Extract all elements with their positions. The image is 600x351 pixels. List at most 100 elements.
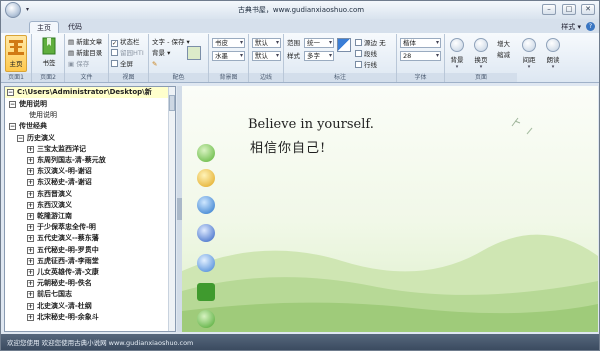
expand-icon[interactable]: + (27, 246, 34, 254)
collapse-icon[interactable]: − (9, 101, 16, 108)
background-icon (450, 38, 464, 52)
refresh-icon[interactable] (197, 310, 215, 328)
expand-icon[interactable]: + (27, 179, 34, 187)
spacing-button[interactable]: 间距 ▾ (519, 38, 539, 70)
tree-item[interactable]: + 北史演义-清-杜纲 (27, 301, 92, 312)
read-aloud-button[interactable]: 朗读 ▾ (543, 38, 563, 70)
tree-item[interactable]: + 东汉演义-明-谢诏 (27, 166, 92, 177)
book-skin-combo[interactable]: 书皮 (212, 38, 245, 48)
annotation-color-swatch[interactable] (337, 38, 351, 52)
tree-item-label: 乾隆游江南 (37, 212, 72, 220)
background-button[interactable]: 背景 ▾ (447, 38, 467, 70)
status-text: 欢迎您使用 欢迎您使用古典小说网 www.gudianxiaoshuo.com (7, 339, 194, 347)
ribbon: 主页 页面1 书签 页面2 ▤ 新建文章 ▤ 新建目录 ▣ 保存 文件 ✓ 状态栏… (1, 33, 599, 83)
collapse-icon[interactable]: − (9, 123, 16, 131)
expand-icon[interactable]: + (27, 257, 34, 265)
tree-scrollbar-thumb[interactable] (169, 95, 175, 111)
tree-item[interactable]: − 历史演义 (17, 133, 55, 144)
tree-item[interactable]: + 三宝太监西洋记 (27, 144, 86, 155)
save-button[interactable]: ▣ 保存 (68, 59, 89, 69)
row-line-checkbox[interactable]: 行线 (355, 60, 377, 70)
bookmark-button[interactable]: 书签 (38, 35, 60, 72)
fullscreen-checkbox[interactable]: 全屏 (111, 59, 133, 69)
globe-yellow-icon[interactable] (197, 169, 215, 187)
tab-home[interactable]: 主页 (29, 21, 59, 33)
tree-item[interactable]: + 东周列国志-清-蔡元放 (27, 155, 106, 166)
tree-item[interactable]: + 五代史演义--蔡东藩 (27, 233, 99, 244)
root-collapse-icon[interactable]: − (7, 89, 14, 96)
internet-explorer-icon[interactable] (197, 196, 215, 214)
expand-icon[interactable]: + (27, 291, 34, 299)
status-bar-checkbox[interactable]: ✓ 状态栏 (111, 37, 140, 47)
tree-item[interactable]: + 儿女英雄传-清-文康 (27, 267, 99, 278)
tree-item[interactable]: + 五虎征西-清-李雨堂 (27, 256, 99, 267)
text-save-dropdown[interactable]: 文字 - 保存 ▾ (152, 37, 190, 47)
save-disk-icon[interactable] (197, 283, 215, 301)
expand-icon[interactable]: + (27, 235, 34, 243)
expand-icon[interactable]: + (27, 190, 34, 198)
expand-icon[interactable]: + (27, 224, 34, 232)
app-window: ▾ 古典书屋，www.gudianxiaoshuo.com – □ ✕ 主页 代… (0, 0, 600, 351)
pen-color-icon[interactable]: ✎ (152, 59, 157, 69)
expand-icon[interactable]: + (27, 213, 34, 220)
web-cache-check-icon (111, 49, 118, 56)
tree-scrollbar[interactable] (168, 87, 175, 331)
tree-item[interactable]: + 元朝秘史-明-佚名 (27, 278, 92, 289)
chat-bubble-icon[interactable] (197, 254, 215, 272)
paragraph-line-checkbox[interactable]: 段线 (355, 49, 377, 59)
expand-icon[interactable]: + (27, 313, 34, 321)
minimize-button[interactable]: – (542, 4, 556, 15)
range-combo[interactable]: 统一 (304, 38, 334, 48)
reader-line-2: 相信你自己! (250, 141, 327, 156)
watercolor-combo[interactable]: 水墨 (212, 51, 245, 61)
font-shrink-button[interactable]: 缩减 (497, 50, 510, 60)
page-turn-button[interactable]: 换页 ▾ (471, 38, 491, 70)
group-page: 背景 ▾ 换页 ▾ 增大 缩减 间距 ▾ 朗读 ▾ 页面 (445, 34, 599, 82)
tree-item[interactable]: + 东西晋演义 (27, 189, 72, 200)
tree-item[interactable]: + 东西汉演义 (27, 200, 72, 211)
expand-icon[interactable]: + (27, 157, 34, 164)
help-icon[interactable]: ? (586, 22, 595, 31)
quick-access-dropdown-icon[interactable]: ▾ (26, 6, 35, 13)
reader-pane[interactable]: Believe in yourself. 相信你自己! (182, 86, 598, 332)
catalog-tree[interactable]: − C:\Users\Administrator\Desktop\新 − 使用说明使… (4, 86, 176, 332)
expand-icon[interactable]: + (27, 145, 34, 153)
tree-item[interactable]: − 使用说明 (9, 99, 47, 110)
tree-item[interactable]: + 北宋秘史-明-余象斗 (27, 312, 99, 323)
tree-item-label: 五虎征西-清-李雨堂 (37, 256, 99, 265)
expand-icon[interactable]: + (27, 168, 34, 176)
collapse-icon[interactable]: − (17, 134, 24, 142)
tree-item[interactable]: + 东汉秘史-清-谢诏 (27, 177, 92, 188)
speaker-icon[interactable] (197, 224, 215, 242)
background-dropdown[interactable]: 背景 ▾ (152, 48, 170, 58)
tree-item[interactable]: + 乾隆游江南 (27, 211, 72, 222)
style-menu[interactable]: 样式 ▾ (561, 22, 581, 32)
tree-item[interactable]: + 前后七国志 (27, 289, 72, 300)
tree-item[interactable]: 使用说明 (17, 110, 57, 121)
expand-icon[interactable]: + (27, 201, 34, 209)
tree-item[interactable]: − 传世经典 (9, 121, 47, 132)
new-list-button[interactable]: ▤ 新建目录 (68, 48, 102, 58)
margin-checkbox[interactable]: 源边 无 (355, 38, 386, 48)
expand-icon[interactable]: + (27, 280, 34, 288)
border-style-combo[interactable]: 默认 (252, 38, 281, 48)
web-cache-checkbox[interactable]: 留园HTI (111, 48, 144, 58)
home-button[interactable]: 主页 (5, 35, 27, 72)
tab-code[interactable]: 代码 (61, 21, 89, 33)
tree-root-path[interactable]: − C:\Users\Administrator\Desktop\新 (5, 87, 173, 98)
globe-icon[interactable] (197, 144, 215, 162)
maximize-button[interactable]: □ (562, 4, 576, 15)
font-size-combo[interactable]: 28 (400, 51, 441, 61)
new-article-button[interactable]: ▤ 新建文章 (68, 37, 102, 47)
background-color-swatch[interactable] (187, 46, 201, 60)
tree-item[interactable]: + 五代秘史-明-罗贯中 (27, 245, 99, 256)
font-enlarge-button[interactable]: 增大 (497, 39, 510, 49)
border-width-combo[interactable]: 默认 (252, 51, 281, 61)
close-button[interactable]: ✕ (581, 4, 595, 15)
expand-icon[interactable]: + (27, 269, 34, 276)
tree-item[interactable]: + 于少保萃忠全传-明 (27, 222, 96, 233)
expand-icon[interactable]: + (27, 302, 34, 310)
font-family-combo[interactable]: 楷体 (400, 38, 441, 48)
app-menu-orb-icon[interactable] (5, 2, 21, 18)
style-combo[interactable]: 多字 (304, 51, 334, 61)
